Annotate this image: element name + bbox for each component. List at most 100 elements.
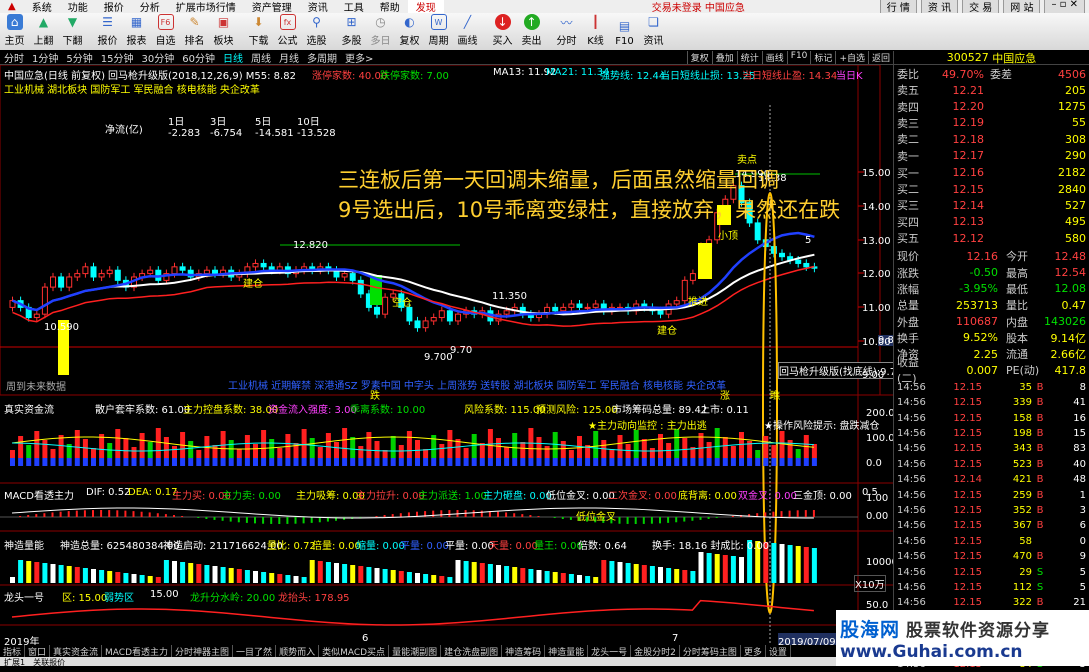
- period-multi[interactable]: 多周期: [303, 50, 341, 65]
- multi-day-button[interactable]: ◷ 多日: [366, 14, 395, 47]
- tool-f10[interactable]: F10: [786, 51, 811, 64]
- report-button[interactable]: ▦ 报表: [122, 14, 151, 47]
- menu-system[interactable]: 系统: [24, 0, 60, 14]
- mark-jiancang-1: 建仓: [243, 279, 263, 290]
- bottom-tab-11[interactable]: 神造量能: [545, 645, 589, 658]
- candle-body: [382, 296, 389, 315]
- favorites-button[interactable]: F6 自选: [151, 14, 180, 47]
- download-button[interactable]: ⬇ 下载: [244, 14, 273, 47]
- status-related[interactable]: 关联报价: [29, 657, 69, 667]
- bottom-tab-0[interactable]: 指标: [0, 645, 26, 658]
- kline-chart-area[interactable]: 中国应急(日线 前复权) 回马枪升级版(2018,12,26,9) M55: 8…: [0, 65, 904, 650]
- period-weekly[interactable]: 周线: [247, 50, 275, 65]
- page-up-button[interactable]: ▲ 上翻: [29, 14, 58, 47]
- flow-bar: [609, 449, 615, 458]
- period-button[interactable]: W 周期: [424, 14, 453, 47]
- menu-function[interactable]: 功能: [60, 0, 96, 14]
- candle-body: [430, 317, 437, 322]
- sector-button[interactable]: ▣ 板块: [209, 14, 238, 47]
- tool-stats[interactable]: 统计: [736, 51, 762, 64]
- news-button[interactable]: ❏ 资讯: [639, 14, 668, 47]
- flow-bar: [730, 446, 736, 458]
- home-button[interactable]: ⌂ 主页: [0, 14, 29, 47]
- status-ext[interactable]: 扩展1: [0, 657, 29, 667]
- tool-back[interactable]: 返回: [867, 51, 893, 64]
- kline-button[interactable]: ┃ K线: [581, 14, 610, 47]
- multi-stock-button[interactable]: ⊞ 多股: [337, 14, 366, 47]
- stock-picker-button[interactable]: ⚲ 选股: [302, 14, 331, 47]
- tool-add-fav[interactable]: +自选: [835, 51, 868, 64]
- period-more[interactable]: 更多>: [341, 50, 377, 65]
- period-monthly[interactable]: 月线: [275, 50, 303, 65]
- bottom-tab-12[interactable]: 龙头一号: [588, 645, 632, 658]
- flow-value-1d: -2.283: [168, 128, 201, 139]
- bottom-tab-8[interactable]: 量能潮副图: [389, 645, 442, 658]
- adjust-button[interactable]: ◐ 复权: [395, 14, 424, 47]
- quote-button[interactable]: ☰ 报价: [93, 14, 122, 47]
- menu-help[interactable]: 帮助: [372, 0, 408, 14]
- menu-analysis[interactable]: 分析: [132, 0, 168, 14]
- menu-quote[interactable]: 报价: [96, 0, 132, 14]
- volume-bar: [617, 562, 623, 583]
- y-tick-12: 12.00: [862, 269, 891, 280]
- candle-body: [82, 266, 89, 275]
- menu-tools[interactable]: 工具: [336, 0, 372, 14]
- bottom-tab-3[interactable]: MACD看透主力: [102, 645, 173, 658]
- period-60m[interactable]: 60分钟: [178, 50, 219, 65]
- sell-button[interactable]: ↑ 卖出: [517, 14, 546, 47]
- volume-bar: [479, 563, 485, 583]
- period-30m[interactable]: 30分钟: [137, 50, 178, 65]
- flow-base-bar: [649, 458, 655, 466]
- menu-info[interactable]: 资讯: [300, 0, 336, 14]
- bottom-tab-6[interactable]: 顺势而入: [276, 645, 320, 658]
- flow-base-bar: [10, 458, 15, 466]
- flow-base-bar: [787, 458, 793, 466]
- bottom-tab-15[interactable]: 更多: [741, 645, 766, 658]
- tool-overlay[interactable]: 叠加: [711, 51, 737, 64]
- flow-bar: [617, 435, 623, 458]
- period-15m[interactable]: 15分钟: [97, 50, 138, 65]
- period-intraday[interactable]: 分时: [0, 50, 28, 65]
- ranking-button[interactable]: ✎ 排名: [180, 14, 209, 47]
- period-daily[interactable]: 日线: [219, 50, 247, 65]
- tool-adjust[interactable]: 复权: [686, 51, 712, 64]
- tick-volume: 352: [1012, 504, 1032, 516]
- formula-button[interactable]: fx 公式: [273, 14, 302, 47]
- period-5m[interactable]: 5分钟: [62, 50, 96, 65]
- tool-mark[interactable]: 标记: [810, 51, 835, 64]
- draw-line-button[interactable]: ╱ 画线: [453, 14, 482, 47]
- tick-count: 6: [1079, 520, 1086, 532]
- menu-ext-market[interactable]: 扩展市场行情: [168, 0, 244, 14]
- volume-bar: [406, 572, 412, 583]
- menu-discover[interactable]: 发现: [407, 0, 444, 14]
- tool-draw[interactable]: 画线: [761, 51, 787, 64]
- ask-label: 卖二: [897, 133, 919, 147]
- bottom-tab-5[interactable]: 一目了然: [233, 645, 277, 658]
- period-1m[interactable]: 1分钟: [28, 50, 62, 65]
- flow-base-bar: [82, 458, 88, 466]
- volume-bar: [261, 572, 267, 583]
- bottom-tab-13[interactable]: 金股分时2: [631, 645, 680, 658]
- page-down-button[interactable]: ▼ 下翻: [58, 14, 87, 47]
- bottom-tab-14[interactable]: 分时筹码主图: [680, 645, 741, 658]
- bottom-tab-16[interactable]: 设置: [766, 645, 791, 658]
- candle-body: [422, 320, 429, 329]
- bottom-tab-10[interactable]: 神造筹码: [502, 645, 546, 658]
- ask-price: 12.21: [952, 83, 985, 97]
- daily-k-label: 当日K: [836, 71, 863, 82]
- bottom-tab-2[interactable]: 真实资金流: [50, 645, 103, 658]
- ask-row-1: 卖一 12.17 290: [894, 148, 1089, 164]
- bottom-tab-4[interactable]: 分时神器主图: [172, 645, 234, 658]
- bottom-tab-9[interactable]: 建仓洗盘副图: [441, 645, 503, 658]
- flow-bar: [277, 448, 283, 458]
- flow-bar: [439, 444, 445, 458]
- bottom-tab-1[interactable]: 窗口: [25, 645, 51, 658]
- buy-button[interactable]: ↓ 买入: [488, 14, 517, 47]
- f10-button[interactable]: ▤ F10: [610, 18, 639, 47]
- tick-time: 14:56: [897, 397, 926, 409]
- bottom-tab-7[interactable]: 类似MACD买点: [319, 645, 390, 658]
- stat-value: -0.50: [969, 266, 998, 280]
- menu-asset[interactable]: 资产管理: [244, 0, 300, 14]
- intraday-button[interactable]: 〰分时: [552, 14, 581, 48]
- ask-price: 12.19: [952, 116, 985, 130]
